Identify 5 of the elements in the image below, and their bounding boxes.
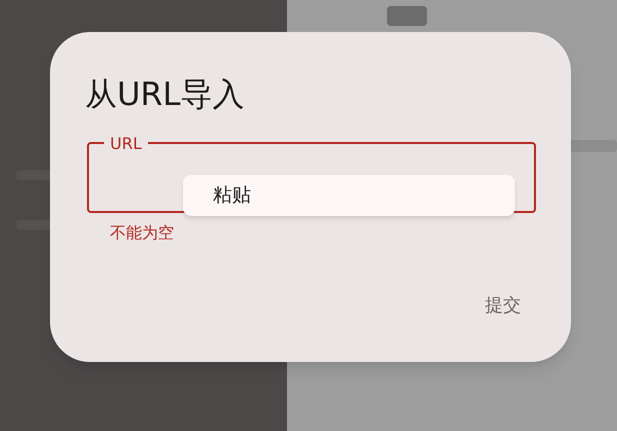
error-message: 不能为空	[110, 222, 174, 244]
submit-button[interactable]: 提交	[475, 288, 531, 323]
paste-menu-item[interactable]: 粘贴	[183, 175, 515, 216]
dialog-title: 从URL导入	[85, 74, 244, 114]
placeholder-bar	[387, 6, 427, 26]
